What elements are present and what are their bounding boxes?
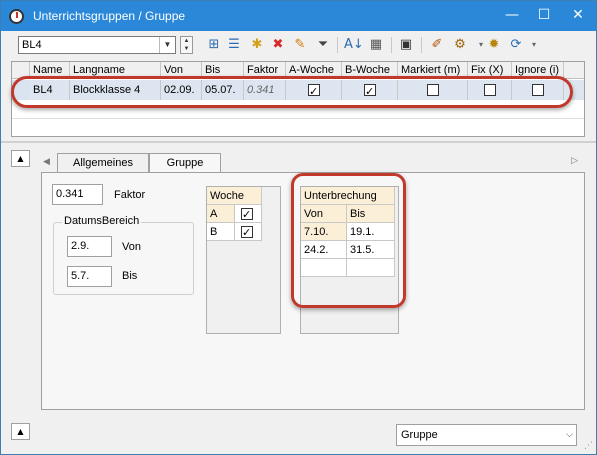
table-header: Name Langname Von Bis Faktor A-Woche B-W… <box>12 62 584 79</box>
woche-header[interactable]: Woche <box>207 187 262 205</box>
view-select-value: Gruppe <box>401 429 438 441</box>
tab-allgemeines[interactable]: Allgemeines <box>57 153 149 173</box>
unterbrechung-empty-cell[interactable] <box>301 259 347 277</box>
faktor-field[interactable]: 0.341 <box>52 184 103 205</box>
toolbar-separator <box>391 37 392 53</box>
window-title: Unterrichtsgruppen / Gruppe <box>33 9 186 23</box>
woche-row-a-cell <box>235 205 262 223</box>
minimize-button[interactable]: — <box>495 1 529 31</box>
unterbrechung-cell[interactable]: 7.10. <box>301 223 347 241</box>
toolbar-separator <box>421 37 422 53</box>
ignore-checkbox[interactable] <box>532 84 544 96</box>
resize-grip-icon[interactable]: ⋰ <box>584 441 593 451</box>
chevron-down-icon[interactable]: ▾ <box>525 36 543 54</box>
chevron-down-icon[interactable]: ⌵ <box>566 425 573 445</box>
bis-field[interactable]: 5.7. <box>67 266 112 287</box>
title-bar[interactable]: Unterrichtsgruppen / Gruppe — ☐ ✕ <box>1 1 596 31</box>
cell-bis[interactable]: 05.07. <box>202 80 244 100</box>
main-window: Unterrichtsgruppen / Gruppe — ☐ ✕ BL4 ▼ … <box>0 0 597 455</box>
edit-icon[interactable]: ✎ <box>291 36 309 54</box>
unterbrechung-empty-cell[interactable] <box>347 259 395 277</box>
faktor-label: Faktor <box>114 189 146 201</box>
groups-table: Name Langname Von Bis Faktor A-Woche B-W… <box>11 61 585 137</box>
cell-fix <box>468 80 512 100</box>
cell-name[interactable]: BL4 <box>30 80 70 100</box>
cell-b-woche <box>342 80 398 100</box>
von-field[interactable]: 2.9. <box>67 236 112 257</box>
unterbrechung-col-bis[interactable]: Bis <box>347 205 395 223</box>
group-select[interactable]: BL4 ▼ <box>18 36 176 54</box>
table-row[interactable] <box>12 101 584 119</box>
b-woche-checkbox[interactable] <box>364 82 376 100</box>
grid-icon[interactable]: ▦ <box>367 36 385 54</box>
new-row-icon[interactable]: ⊞ <box>205 36 223 54</box>
tools-icon[interactable]: ✐ <box>428 36 446 54</box>
unterbrechung-col-von[interactable]: Von <box>301 205 347 223</box>
table-row[interactable]: BL4 Blockklasse 4 02.09. 05.07. 0.341 <box>12 80 584 100</box>
fix-checkbox[interactable] <box>484 84 496 96</box>
unterbrechung-header[interactable]: Unterbrechung <box>301 187 395 205</box>
toolbar: BL4 ▼ ▲ ▼ ⊞ ☰ ✱ ✖ ✎ ⏷ A↓ ▦ ▣ ✐ ⚙ ▾ ✹ ⟳ ▾ <box>1 31 596 59</box>
column-header-name[interactable]: Name <box>30 62 70 79</box>
woche-b-checkbox[interactable] <box>241 224 253 240</box>
close-button[interactable]: ✕ <box>561 1 595 31</box>
toolbar-separator <box>337 37 338 53</box>
tab-gruppe[interactable]: Gruppe <box>149 153 221 173</box>
column-header-markiert[interactable]: Markiert (m) <box>398 62 468 79</box>
new-doc-icon[interactable]: ✱ <box>248 36 266 54</box>
woche-table: Woche A B <box>206 186 281 334</box>
delete-icon[interactable]: ✖ <box>269 36 287 54</box>
row-indicator[interactable] <box>12 80 29 100</box>
settings-icon[interactable]: ⚙ <box>451 36 469 54</box>
column-header-bis[interactable]: Bis <box>202 62 244 79</box>
von-label: Von <box>122 241 141 253</box>
filter-icon[interactable]: ⏷ <box>314 36 332 54</box>
cell-markiert <box>398 80 468 100</box>
clock-icon <box>9 9 24 24</box>
unterbrechung-cell[interactable]: 24.2. <box>301 241 347 259</box>
record-spinner[interactable]: ▲ ▼ <box>180 36 193 54</box>
cell-a-woche <box>286 80 342 100</box>
column-header-fix[interactable]: Fix (X) <box>468 62 512 79</box>
unterbrechung-cell[interactable]: 31.5. <box>347 241 395 259</box>
group-select-value: BL4 <box>22 39 42 51</box>
view-select[interactable]: Gruppe ⌵ <box>396 424 577 446</box>
row-indicator-header <box>12 62 30 79</box>
gear-icon[interactable]: ✹ <box>485 36 503 54</box>
column-header-langname[interactable]: Langname <box>70 62 161 79</box>
cell-ignore <box>512 80 564 100</box>
datumsbereich-title: DatumsBereich <box>62 215 142 227</box>
list-icon[interactable]: ☰ <box>225 36 243 54</box>
cell-von[interactable]: 02.09. <box>161 80 202 100</box>
sort-icon[interactable]: A↓ <box>344 36 364 54</box>
column-header-b-woche[interactable]: B-Woche <box>342 62 398 79</box>
calendar-icon[interactable]: ▣ <box>397 36 415 54</box>
column-header-a-woche[interactable]: A-Woche <box>286 62 342 79</box>
cell-faktor[interactable]: 0.341 <box>244 80 286 100</box>
maximize-button[interactable]: ☐ <box>527 1 561 31</box>
cell-langname[interactable]: Blockklasse 4 <box>70 80 161 100</box>
tab-strip: ◀ Allgemeines Gruppe ▷ <box>41 153 586 173</box>
collapse-top-button[interactable]: ▲ <box>11 150 30 167</box>
woche-a-checkbox[interactable] <box>241 206 253 222</box>
refresh-icon[interactable]: ⟳ <box>507 36 525 54</box>
splitter[interactable] <box>1 141 596 143</box>
a-woche-checkbox[interactable] <box>308 82 320 100</box>
woche-row-b-cell <box>235 223 262 241</box>
unterbrechung-table: Unterbrechung Von Bis 7.10. 19.1. 24.2. … <box>300 186 399 334</box>
column-header-von[interactable]: Von <box>161 62 202 79</box>
woche-row-b-label[interactable]: B <box>207 223 235 241</box>
bis-label: Bis <box>122 270 138 282</box>
column-header-ignore[interactable]: Ignore (i) <box>512 62 564 79</box>
chevron-down-icon[interactable]: ▼ <box>159 37 175 53</box>
tab-scroll-left-icon[interactable]: ◀ <box>43 157 50 167</box>
column-header-faktor[interactable]: Faktor <box>244 62 286 79</box>
unterbrechung-cell[interactable]: 19.1. <box>347 223 395 241</box>
tab-scroll-right-icon[interactable]: ▷ <box>571 156 578 166</box>
woche-row-a-label[interactable]: A <box>207 205 235 223</box>
markiert-checkbox[interactable] <box>427 84 439 96</box>
collapse-bottom-button[interactable]: ▲ <box>11 423 30 440</box>
